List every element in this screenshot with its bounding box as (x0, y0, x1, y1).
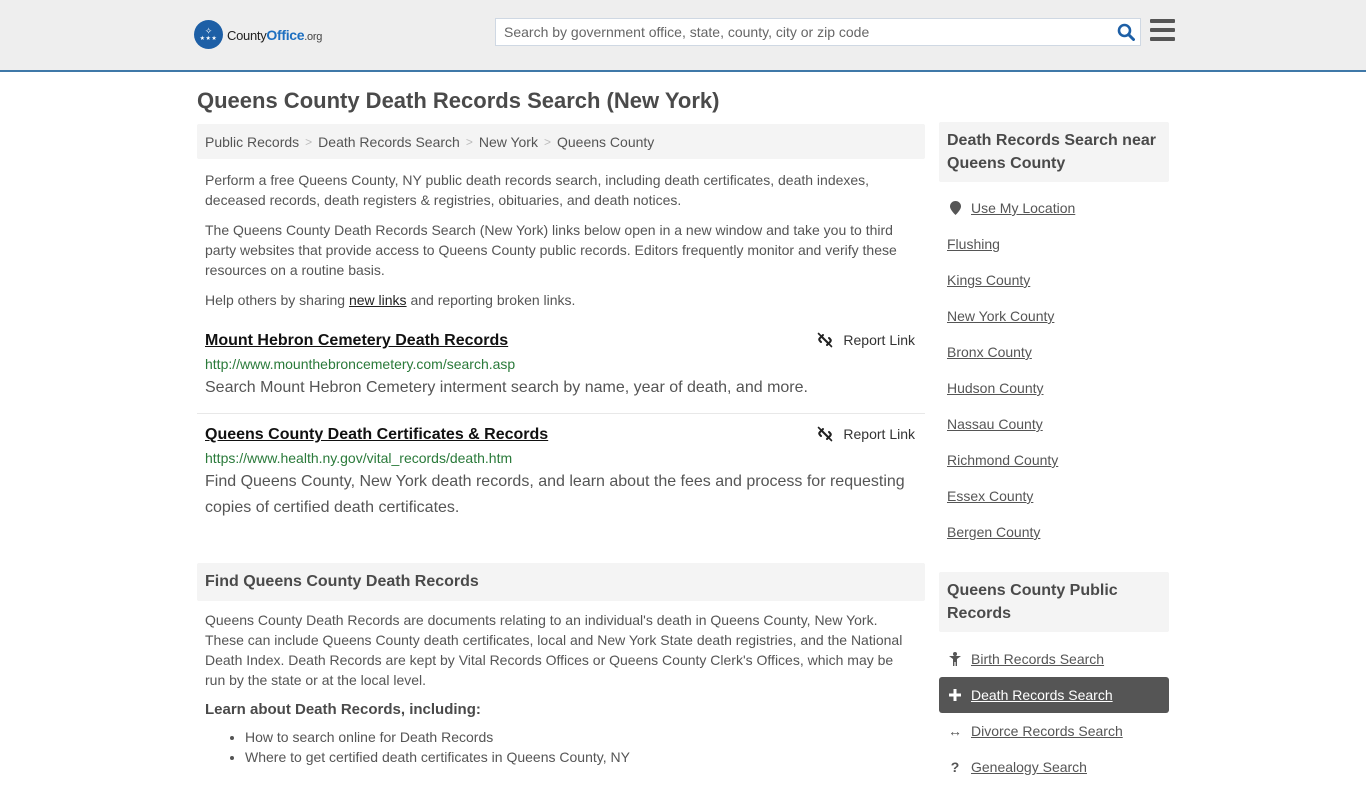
result-item: Mount Hebron Cemetery Death Records Repo… (197, 330, 925, 414)
breadcrumb-queens-county[interactable]: Queens County (557, 134, 654, 150)
breadcrumb-separator: > (465, 134, 473, 149)
nearby-item[interactable]: Nassau County (939, 406, 1169, 442)
question-icon: ? (950, 759, 960, 775)
use-my-location-link[interactable]: Use My Location (971, 200, 1075, 216)
broken-link-icon (818, 332, 833, 348)
child-icon (947, 652, 963, 666)
nearby-link[interactable]: Flushing (947, 236, 1000, 252)
broken-link-icon (818, 426, 833, 442)
nearby-link[interactable]: Richmond County (947, 452, 1058, 468)
eagle-logo-icon: ✧ ★★★ (194, 20, 223, 49)
learn-list-item: Where to get certified death certificate… (245, 747, 925, 767)
find-records-heading: Find Queens County Death Records (197, 563, 925, 601)
nearby-item[interactable]: Essex County (939, 478, 1169, 514)
left-right-arrow-icon: ↔ (948, 723, 962, 739)
divorce-records-link[interactable]: Divorce Records Search (971, 723, 1123, 739)
intro-section: Perform a free Queens County, NY public … (197, 170, 925, 310)
nearby-link[interactable]: Kings County (947, 272, 1030, 288)
result-description: Find Queens County, New York death recor… (205, 473, 905, 516)
learn-list-item: How to search online for Death Records (245, 727, 925, 747)
plus-icon (947, 689, 963, 701)
public-records-heading: Queens County Public Records (939, 572, 1169, 632)
result-url: https://www.health.ny.gov/vital_records/… (205, 450, 513, 466)
learn-heading: Learn about Death Records, including: (205, 701, 481, 718)
result-item: Queens County Death Certificates & Recor… (197, 424, 925, 521)
intro-paragraph: The Queens County Death Records Search (… (205, 222, 897, 278)
nearby-heading: Death Records Search near Queens County (939, 122, 1169, 182)
sidebar-item-birth-records[interactable]: Birth Records Search (939, 641, 1169, 677)
public-records-list: Birth Records Search Death Records Searc… (939, 641, 1169, 785)
result-description: Search Mount Hebron Cemetery interment s… (205, 379, 808, 396)
search-input[interactable] (496, 19, 1112, 45)
report-link-button[interactable]: Report Link (817, 332, 915, 348)
intro-paragraph: Perform a free Queens County, NY public … (205, 172, 870, 208)
new-links-link[interactable]: new links (349, 292, 407, 308)
result-title-link[interactable]: Queens County Death Certificates & Recor… (205, 424, 548, 446)
nearby-link[interactable]: Nassau County (947, 416, 1043, 432)
report-link-button[interactable]: Report Link (817, 426, 915, 442)
result-title-link[interactable]: Mount Hebron Cemetery Death Records (205, 330, 508, 352)
map-marker-icon (947, 201, 963, 215)
nearby-item[interactable]: Bergen County (939, 514, 1169, 550)
breadcrumb: Public Records > Death Records Search > … (197, 124, 925, 159)
nearby-sidebar: Death Records Search near Queens County … (939, 122, 1169, 550)
death-records-link[interactable]: Death Records Search (971, 687, 1113, 703)
share-links-paragraph: Help others by sharing new links and rep… (205, 292, 576, 308)
sidebar-item-genealogy[interactable]: ? Genealogy Search (939, 749, 1169, 785)
breadcrumb-new-york[interactable]: New York (479, 134, 538, 150)
main-content: Public Records > Death Records Search > … (197, 124, 925, 767)
nearby-item[interactable]: New York County (939, 298, 1169, 334)
public-records-sidebar: Queens County Public Records Birth Recor… (939, 572, 1169, 785)
nearby-link[interactable]: Hudson County (947, 380, 1044, 396)
nearby-item[interactable]: Hudson County (939, 370, 1169, 406)
site-header: ✧ ★★★ CountyOffice.org (0, 0, 1366, 72)
learn-list: How to search online for Death Records W… (197, 727, 925, 767)
birth-records-link[interactable]: Birth Records Search (971, 651, 1104, 667)
genealogy-link[interactable]: Genealogy Search (971, 759, 1087, 775)
sidebar-item-death-records[interactable]: Death Records Search (939, 677, 1169, 713)
nearby-item[interactable]: Kings County (939, 262, 1169, 298)
nearby-link[interactable]: Bergen County (947, 524, 1040, 540)
site-logo[interactable]: ✧ ★★★ CountyOffice.org (194, 20, 322, 49)
find-records-section: Queens County Death Records are document… (197, 610, 925, 767)
hamburger-menu-icon[interactable] (1150, 19, 1175, 41)
find-records-paragraph: Queens County Death Records are document… (205, 612, 903, 688)
nearby-item[interactable]: Bronx County (939, 334, 1169, 370)
nearby-link[interactable]: Bronx County (947, 344, 1032, 360)
result-url: http://www.mounthebroncemetery.com/searc… (205, 356, 516, 372)
nearby-item[interactable]: Flushing (939, 226, 1169, 262)
breadcrumb-death-records-search[interactable]: Death Records Search (318, 134, 460, 150)
nearby-list: Use My Location Flushing Kings County Ne… (939, 190, 1169, 550)
sidebar-item-divorce-records[interactable]: ↔ Divorce Records Search (939, 713, 1169, 749)
nearby-link[interactable]: New York County (947, 308, 1054, 324)
breadcrumb-separator: > (543, 134, 551, 149)
search-icon[interactable] (1112, 19, 1140, 45)
breadcrumb-public-records[interactable]: Public Records (205, 134, 299, 150)
page-title: Queens County Death Records Search (New … (197, 88, 720, 113)
nearby-link[interactable]: Essex County (947, 488, 1033, 504)
site-search (495, 18, 1141, 46)
logo-wordmark: CountyOffice.org (227, 26, 323, 43)
nearby-item[interactable]: Richmond County (939, 442, 1169, 478)
use-location-item[interactable]: Use My Location (939, 190, 1169, 226)
breadcrumb-separator: > (305, 134, 313, 149)
